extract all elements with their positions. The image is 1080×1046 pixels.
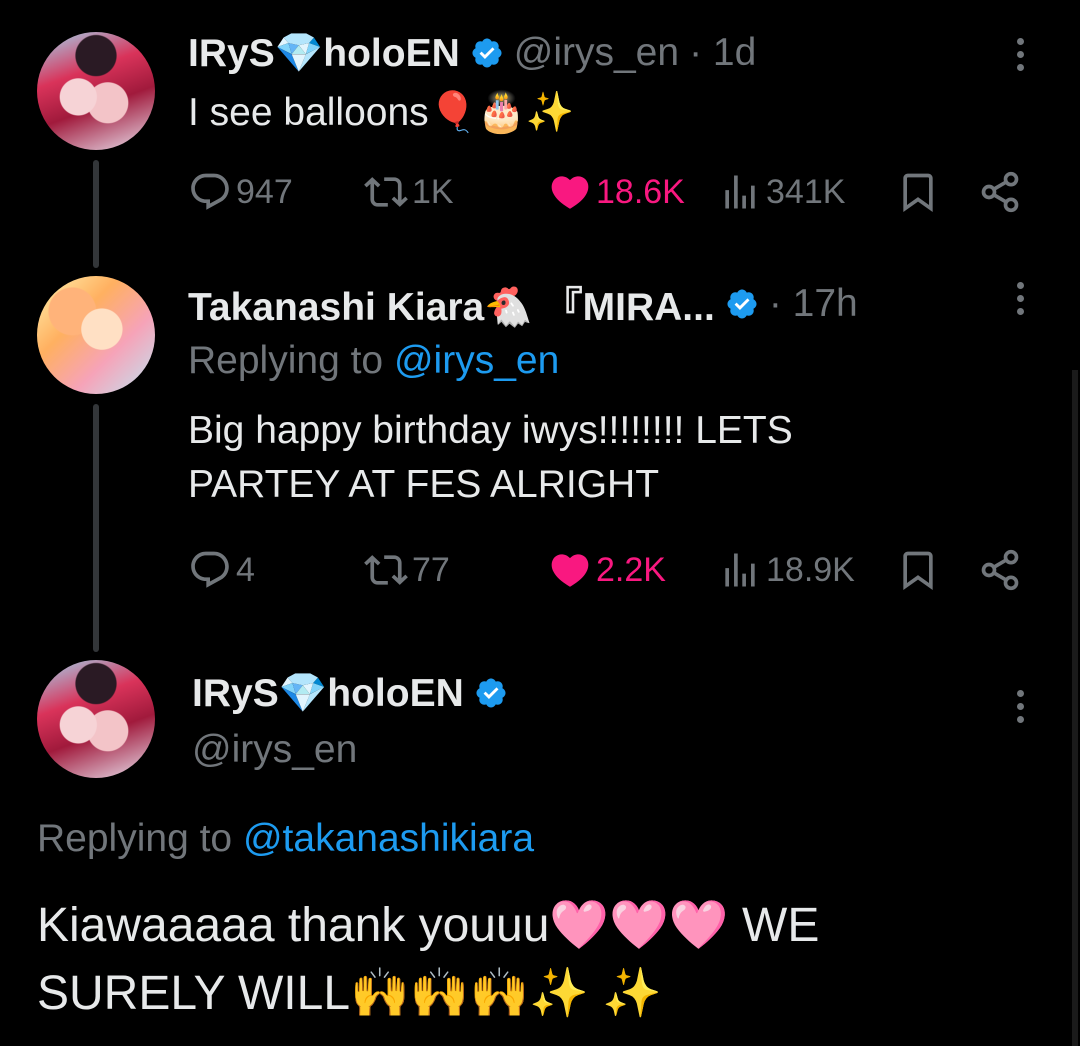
timestamp[interactable]: · 1d	[689, 31, 756, 75]
reply-button[interactable]: 4	[188, 548, 255, 592]
bookmark-icon	[903, 551, 933, 591]
retweet-icon	[364, 555, 408, 585]
avatar-irys[interactable]	[37, 32, 155, 150]
tweet-2-actions: 4 77 2.2K 18.9K	[188, 548, 1024, 596]
share-button[interactable]	[978, 170, 1022, 214]
heart-icon	[551, 554, 589, 587]
verified-badge-icon	[727, 289, 757, 319]
replying-label: Replying to	[188, 339, 384, 382]
more-dots-icon[interactable]	[1014, 690, 1026, 723]
reply-button[interactable]: 947	[188, 170, 293, 214]
verified-badge-icon	[476, 678, 506, 708]
views-button[interactable]: 341K	[718, 170, 845, 214]
views-count: 341K	[766, 172, 846, 211]
tweet-text-line: SURELY WILL🙌🙌🙌✨ ✨	[37, 967, 663, 1020]
replying-to: Replying to @irys_en	[188, 334, 559, 388]
tweet-text-line: PARTEY AT FES ALRIGHT	[188, 463, 660, 506]
bookmark-icon	[903, 173, 933, 213]
views-count: 18.9K	[766, 550, 855, 589]
verified-badge-icon	[472, 38, 502, 68]
tweet-text-line: Big happy birthday iwys!!!!!!!! LETS	[188, 409, 793, 452]
tweet-text: Big happy birthday iwys!!!!!!!! LETS PAR…	[188, 404, 793, 512]
views-icon	[725, 175, 755, 209]
replying-handle-link[interactable]: @takanashikiara	[243, 817, 534, 860]
handle[interactable]: @irys_en	[514, 31, 679, 75]
thread-line	[93, 160, 99, 268]
share-icon	[981, 549, 1019, 591]
views-icon	[725, 553, 755, 587]
timestamp[interactable]: · 17h	[769, 282, 858, 326]
display-name[interactable]: IRyS💎holoEN	[188, 30, 460, 76]
scrollbar[interactable]	[1072, 370, 1078, 1046]
reply-icon	[191, 551, 229, 588]
avatar-kiara[interactable]	[37, 276, 155, 394]
reply-count: 947	[236, 172, 293, 211]
more-dots-icon[interactable]	[1014, 38, 1026, 71]
reply-count: 4	[236, 550, 255, 589]
heart-icon	[551, 176, 589, 209]
like-button[interactable]: 2.2K	[548, 548, 666, 592]
avatar-irys[interactable]	[37, 660, 155, 778]
share-icon	[981, 171, 1019, 213]
retweet-button[interactable]: 77	[364, 548, 450, 592]
like-count: 18.6K	[596, 172, 685, 211]
handle[interactable]: @irys_en	[192, 728, 357, 772]
replying-handle-link[interactable]: @irys_en	[394, 339, 559, 382]
more-dots-icon[interactable]	[1014, 282, 1026, 315]
display-name[interactable]: Takanashi Kiara🐔 『MIRA...	[188, 276, 715, 332]
tweet-text: I see balloons🎈🎂✨	[188, 91, 575, 134]
tweet-1-header: IRyS💎holoEN @irys_en · 1d	[188, 30, 756, 76]
tweet-1-actions: 947 1K 18.6K 341K	[188, 170, 1024, 218]
bookmark-button[interactable]	[896, 170, 940, 214]
views-button[interactable]: 18.9K	[718, 548, 855, 592]
thread-line	[93, 404, 99, 652]
replying-to: Replying to @takanashikiara	[37, 812, 534, 866]
retweet-icon	[364, 177, 408, 207]
retweet-count: 77	[412, 550, 450, 589]
tweet-text-line: Kiawaaaaa thank youuu🩷🩷🩷 WE	[37, 899, 820, 952]
reply-icon	[191, 173, 229, 210]
retweet-button[interactable]: 1K	[364, 170, 454, 214]
replying-label: Replying to	[37, 817, 233, 860]
tweet-text: Kiawaaaaa thank youuu🩷🩷🩷 WE SURELY WILL🙌…	[37, 892, 819, 1028]
tweet-3-header: IRyS💎holoEN	[192, 670, 508, 716]
share-button[interactable]	[978, 548, 1022, 592]
like-button[interactable]: 18.6K	[548, 170, 685, 214]
tweet-2-header: Takanashi Kiara🐔 『MIRA... · 17h	[188, 276, 858, 332]
retweet-count: 1K	[412, 172, 454, 211]
display-name[interactable]: IRyS💎holoEN	[192, 670, 464, 716]
bookmark-button[interactable]	[896, 548, 940, 592]
like-count: 2.2K	[596, 550, 666, 589]
